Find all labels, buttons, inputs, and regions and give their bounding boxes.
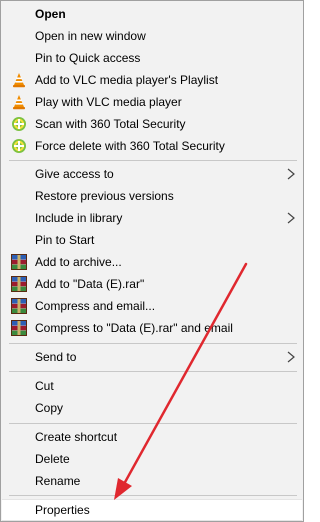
menu-item-create-shortcut[interactable]: Create shortcut xyxy=(2,426,302,448)
menu-item-label: Add to "Data (E).rar" xyxy=(35,277,145,291)
menu-item-label: Send to xyxy=(35,350,77,364)
menu-item-include-in-library[interactable]: Include in library xyxy=(2,207,302,229)
menu-item-force-delete-360[interactable]: Force delete with 360 Total Security xyxy=(2,135,302,157)
menu-item-play-with-vlc[interactable]: Play with VLC media player xyxy=(2,91,302,113)
winrar-icon xyxy=(11,276,27,292)
chevron-right-icon xyxy=(287,212,295,224)
menu-item-label: Open xyxy=(35,7,66,21)
menu-item-label: Force delete with 360 Total Security xyxy=(35,139,225,153)
menu-item-label: Create shortcut xyxy=(35,430,118,444)
menu-separator xyxy=(9,423,297,424)
menu-item-scan-360[interactable]: Scan with 360 Total Security xyxy=(2,113,302,135)
menu-item-label: Open in new window xyxy=(35,29,146,43)
360-security-icon xyxy=(12,117,26,131)
menu-item-add-to-archive[interactable]: Add to archive... xyxy=(2,251,302,273)
menu-item-add-to-vlc-playlist[interactable]: Add to VLC media player's Playlist xyxy=(2,69,302,91)
menu-item-label: Add to archive... xyxy=(35,255,122,269)
menu-item-label: Cut xyxy=(35,379,54,393)
menu-separator xyxy=(9,343,297,344)
menu-item-label: Pin to Start xyxy=(35,233,95,247)
menu-item-restore-previous-versions[interactable]: Restore previous versions xyxy=(2,185,302,207)
menu-item-open-in-new-window[interactable]: Open in new window xyxy=(2,25,302,47)
winrar-icon xyxy=(11,320,27,336)
menu-separator xyxy=(9,371,297,372)
menu-item-delete[interactable]: Delete xyxy=(2,448,302,470)
menu-item-label: Rename xyxy=(35,474,81,488)
360-security-icon xyxy=(12,139,26,153)
menu-item-label: Delete xyxy=(35,452,70,466)
menu-item-label: Give access to xyxy=(35,167,114,181)
menu-item-properties[interactable]: Properties xyxy=(2,499,302,521)
menu-item-add-to-data-e-rar[interactable]: Add to "Data (E).rar" xyxy=(2,273,302,295)
menu-item-send-to[interactable]: Send to xyxy=(2,346,302,368)
menu-item-label: Compress and email... xyxy=(35,299,156,313)
vlc-cone-icon xyxy=(13,73,25,88)
menu-item-label: Add to VLC media player's Playlist xyxy=(35,73,219,87)
chevron-right-icon xyxy=(287,168,295,180)
menu-item-compress-and-email[interactable]: Compress and email... xyxy=(2,295,302,317)
menu-item-rename[interactable]: Rename xyxy=(2,470,302,492)
menu-item-copy[interactable]: Copy xyxy=(2,397,302,419)
context-menu: Open Open in new window Pin to Quick acc… xyxy=(0,0,304,522)
menu-item-label: Properties xyxy=(35,503,90,517)
menu-item-compress-to-data-e-rar-and-email[interactable]: Compress to "Data (E).rar" and email xyxy=(2,317,302,339)
menu-item-label: Compress to "Data (E).rar" and email xyxy=(35,321,233,335)
menu-item-label: Include in library xyxy=(35,211,123,225)
menu-separator xyxy=(9,495,297,496)
menu-separator xyxy=(9,160,297,161)
menu-item-label: Play with VLC media player xyxy=(35,95,182,109)
winrar-icon xyxy=(11,298,27,314)
menu-item-cut[interactable]: Cut xyxy=(2,375,302,397)
menu-item-label: Scan with 360 Total Security xyxy=(35,117,186,131)
menu-item-label: Pin to Quick access xyxy=(35,51,141,65)
menu-item-pin-to-quick-access[interactable]: Pin to Quick access xyxy=(2,47,302,69)
menu-item-give-access-to[interactable]: Give access to xyxy=(2,163,302,185)
menu-item-label: Copy xyxy=(35,401,64,415)
menu-item-open[interactable]: Open xyxy=(2,3,302,25)
chevron-right-icon xyxy=(287,351,295,363)
menu-item-label: Restore previous versions xyxy=(35,189,174,203)
menu-item-pin-to-start[interactable]: Pin to Start xyxy=(2,229,302,251)
vlc-cone-icon xyxy=(13,95,25,110)
winrar-icon xyxy=(11,254,27,270)
